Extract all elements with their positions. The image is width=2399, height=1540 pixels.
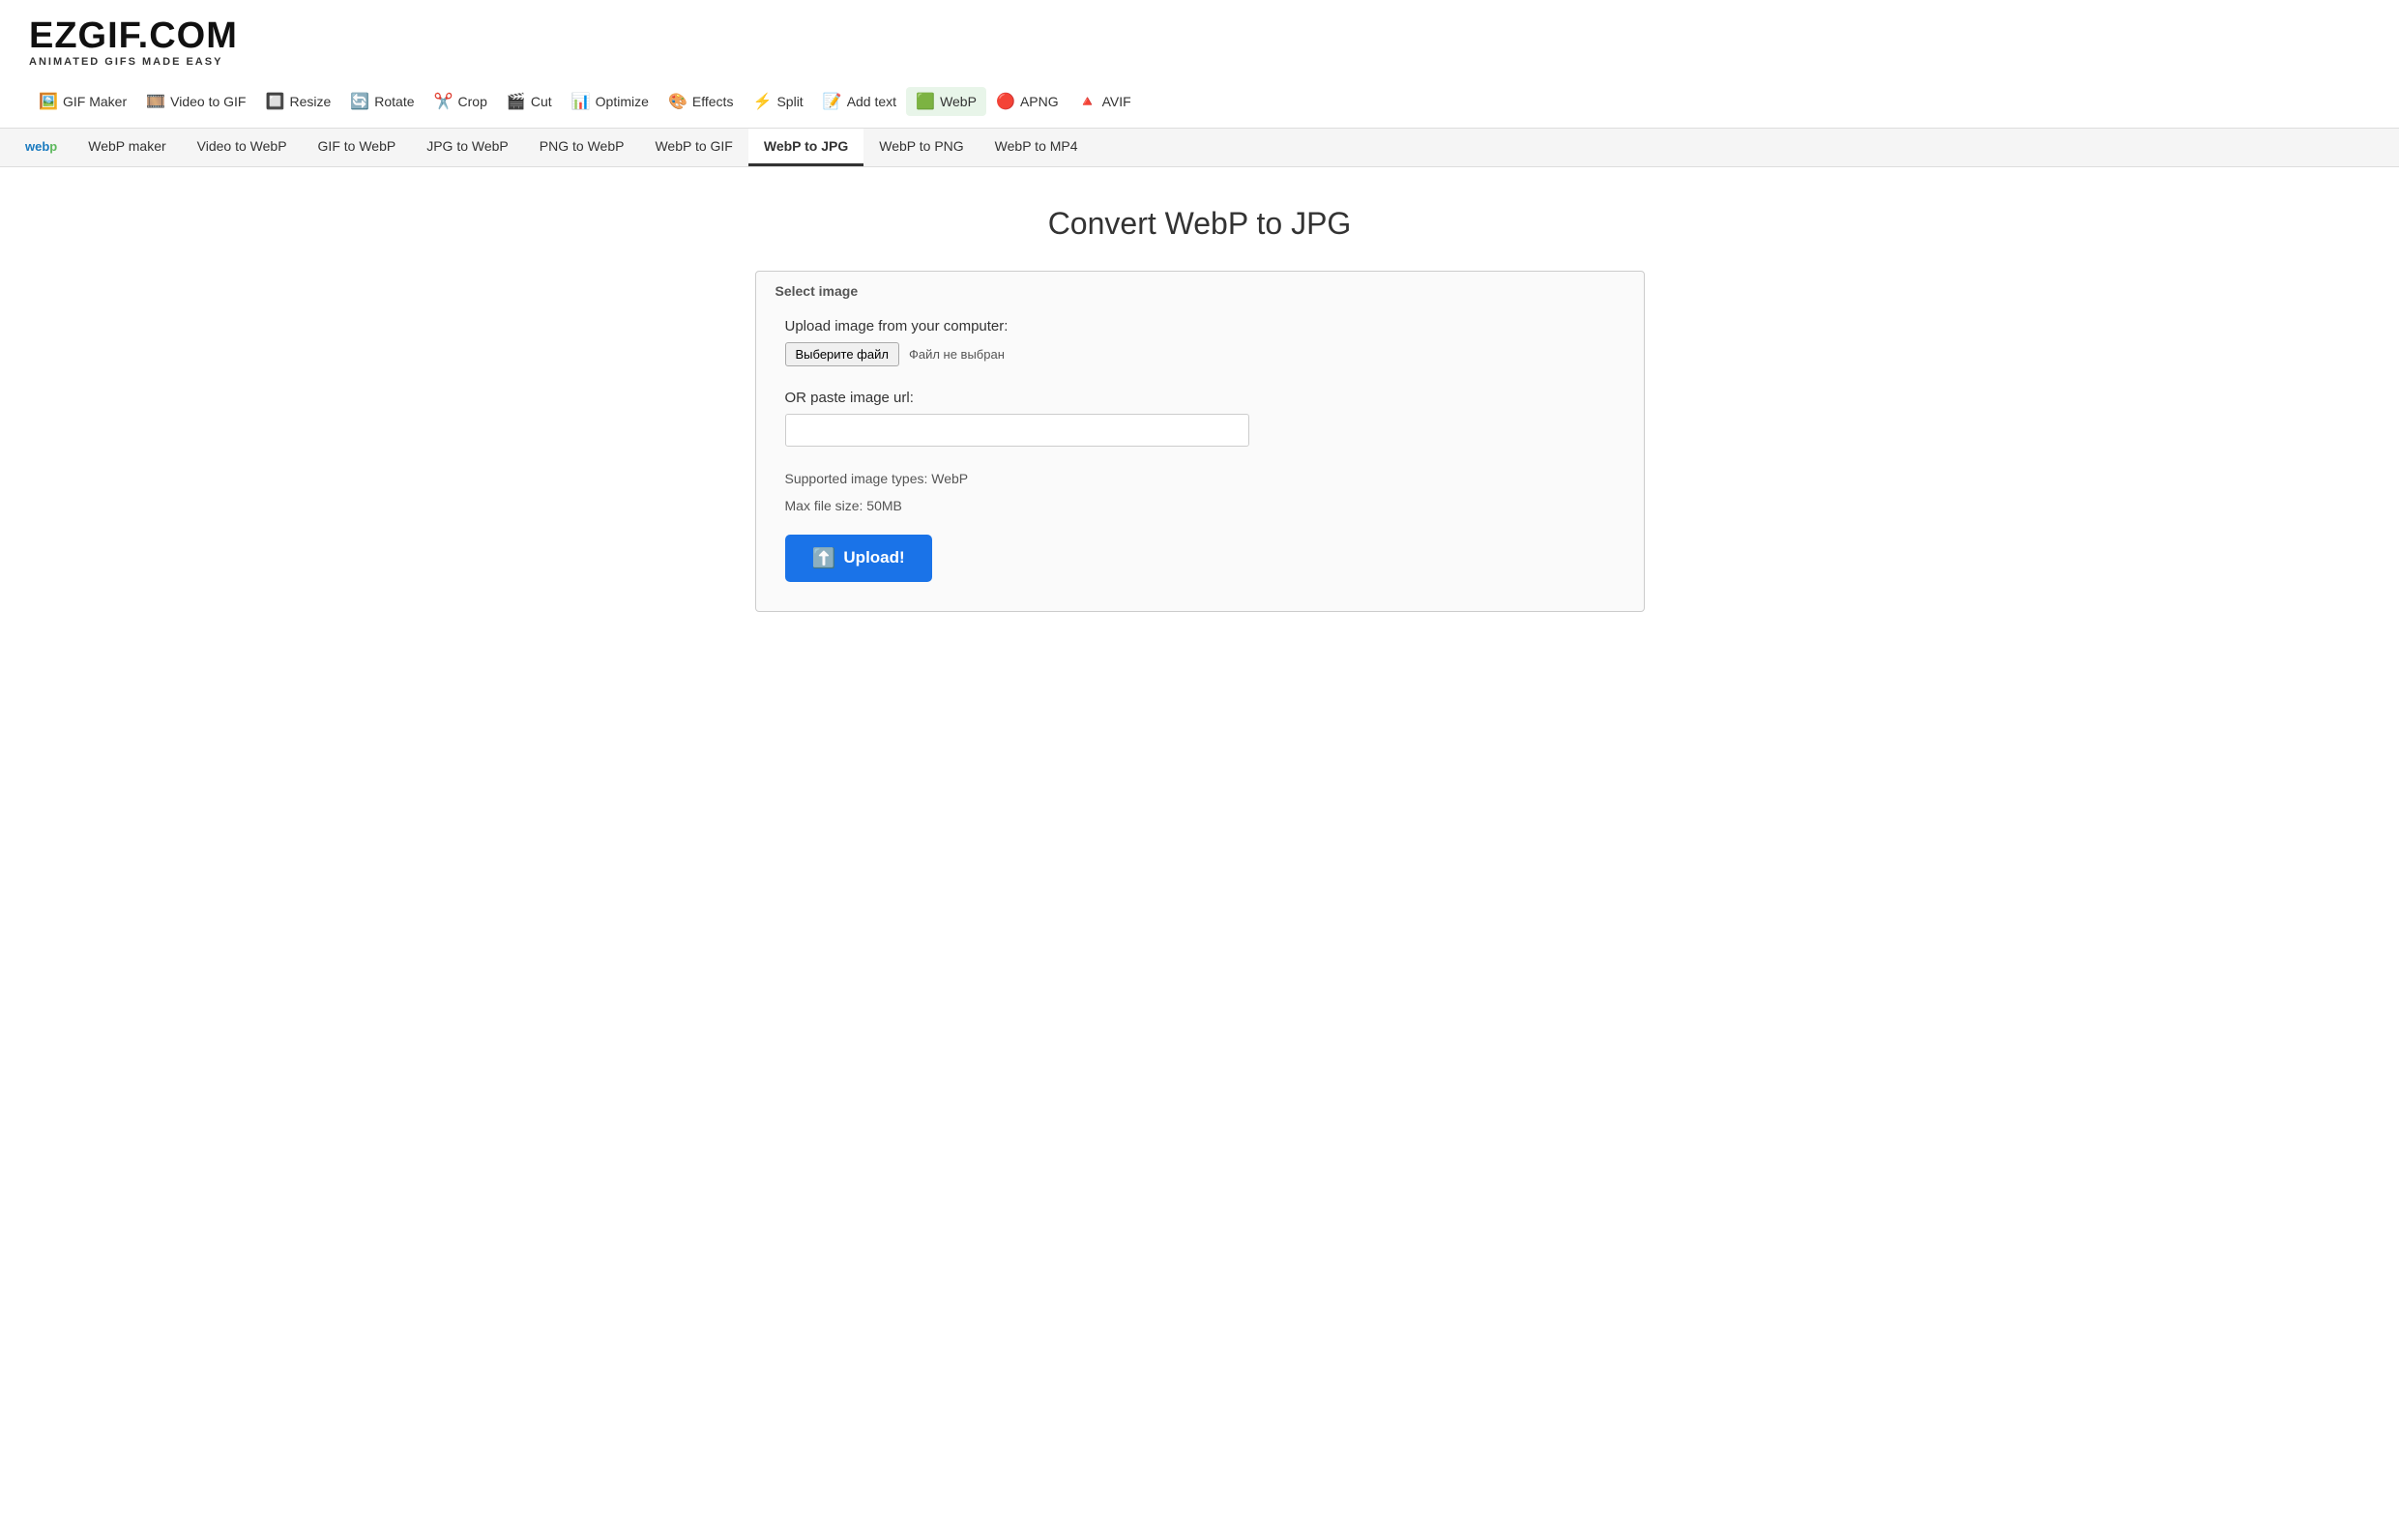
upload-icon: ⬆️ (812, 546, 836, 570)
webp-nav-icon: 🟩 (916, 92, 935, 111)
avif-icon: 🔺 (1078, 92, 1097, 111)
optimize-icon: 📊 (571, 92, 591, 111)
file-no-chosen-label: Файл не выбран (909, 347, 1005, 362)
crop-icon: ✂️ (434, 92, 453, 111)
resize-icon: 🔲 (265, 92, 284, 111)
logo-text[interactable]: EZGIF.COM (29, 17, 2370, 54)
upload-form-card: Select image Upload image from your comp… (755, 271, 1645, 612)
nav-gif-maker[interactable]: 🖼️ GIF Maker (29, 87, 136, 116)
nav-video-to-gif[interactable]: 🎞️ Video to GIF (136, 87, 255, 116)
subnav-webp-maker[interactable]: WebP maker (73, 129, 181, 166)
cut-icon: 🎬 (507, 92, 526, 111)
or-paste-label: OR paste image url: (785, 390, 1615, 406)
effects-icon: 🎨 (668, 92, 688, 111)
subnav-wrapper: webp WebP maker Video to WebP GIF to Web… (0, 128, 2399, 167)
logo-tagline: ANIMATED GIFS MADE EASY (29, 56, 2370, 68)
subnav-png-to-webp[interactable]: PNG to WebP (524, 129, 640, 166)
main-nav: 🖼️ GIF Maker 🎞️ Video to GIF 🔲 Resize 🔄 … (0, 77, 2399, 116)
add-text-icon: 📝 (823, 92, 842, 111)
nav-rotate[interactable]: 🔄 Rotate (340, 87, 424, 116)
gif-maker-icon: 🖼️ (39, 92, 58, 111)
upload-button-label: Upload! (843, 548, 904, 567)
nav-optimize[interactable]: 📊 Optimize (562, 87, 658, 116)
nav-effects[interactable]: 🎨 Effects (658, 87, 744, 116)
subnav-webp-logo[interactable]: webp (10, 129, 73, 166)
apng-icon: 🔴 (996, 92, 1015, 111)
nav-webp[interactable]: 🟩 WebP (906, 87, 986, 116)
nav-crop[interactable]: ✂️ Crop (424, 87, 497, 116)
split-icon: ⚡ (752, 92, 772, 111)
rotate-icon: 🔄 (350, 92, 369, 111)
nav-apng[interactable]: 🔴 APNG (986, 87, 1068, 116)
max-file-size: Max file size: 50MB (785, 495, 1615, 516)
video-to-gif-icon: 🎞️ (146, 92, 165, 111)
nav-resize[interactable]: 🔲 Resize (255, 87, 340, 116)
form-body: Upload image from your computer: Выберит… (756, 299, 1644, 611)
file-input-row: Выберите файл Файл не выбран (785, 342, 1615, 366)
nav-split[interactable]: ⚡ Split (743, 87, 812, 116)
subnav-gif-to-webp[interactable]: GIF to WebP (303, 129, 412, 166)
page-title: Convert WebP to JPG (755, 206, 1645, 242)
supported-types: Supported image types: WebP (785, 468, 1615, 489)
subnav-video-to-webp[interactable]: Video to WebP (182, 129, 303, 166)
url-input[interactable] (785, 414, 1249, 447)
webp-subnav: webp WebP maker Video to WebP GIF to Web… (0, 129, 2399, 166)
nav-avif[interactable]: 🔺 AVIF (1068, 87, 1141, 116)
form-legend: Select image (775, 283, 859, 299)
subnav-webp-to-png[interactable]: WebP to PNG (863, 129, 979, 166)
upload-label: Upload image from your computer: (785, 318, 1615, 334)
subnav-webp-to-gif[interactable]: WebP to GIF (639, 129, 747, 166)
file-choose-button[interactable]: Выберите файл (785, 342, 899, 366)
subnav-webp-to-mp4[interactable]: WebP to MP4 (980, 129, 1094, 166)
main-content: Convert WebP to JPG Select image Upload … (736, 167, 1664, 651)
upload-button[interactable]: ⬆️ Upload! (785, 535, 932, 582)
subnav-jpg-to-webp[interactable]: JPG to WebP (411, 129, 524, 166)
nav-cut[interactable]: 🎬 Cut (497, 87, 562, 116)
logo-area: EZGIF.COM ANIMATED GIFS MADE EASY (0, 0, 2399, 77)
nav-add-text[interactable]: 📝 Add text (813, 87, 906, 116)
subnav-webp-to-jpg[interactable]: WebP to JPG (748, 129, 863, 166)
